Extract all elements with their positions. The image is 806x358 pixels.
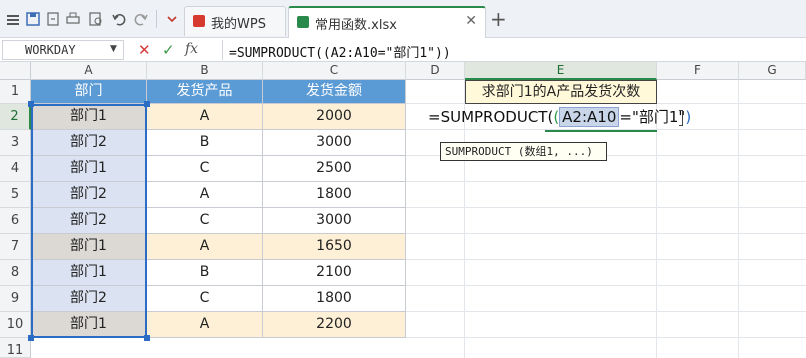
row-header-4[interactable]: 4 [0, 156, 31, 182]
table-cell-department[interactable]: 部门1 [31, 104, 147, 130]
table-cell-department[interactable]: 部门2 [31, 182, 147, 208]
redo-icon[interactable] [134, 12, 148, 26]
column-header-a[interactable]: A [31, 62, 147, 80]
table-cell-product[interactable]: A [147, 312, 263, 338]
print-preview-icon[interactable] [89, 12, 103, 26]
table-cell-product[interactable]: C [147, 286, 263, 312]
column-header-c[interactable]: C [263, 62, 406, 80]
gridline [738, 80, 739, 358]
table-cell-amount[interactable]: 3000 [263, 130, 406, 156]
table-cell-product[interactable]: C [147, 208, 263, 234]
table-cell-department[interactable]: 部门1 [31, 312, 147, 338]
tab-xlsx-file[interactable]: 常用函数.xlsx ✕ [288, 6, 486, 38]
formula-close-paren: ) [685, 108, 692, 126]
row-header-6[interactable]: 6 [0, 208, 31, 234]
save-icon[interactable] [26, 12, 40, 26]
row-header-9[interactable]: 9 [0, 286, 31, 312]
table-cell-amount[interactable]: 2500 [263, 156, 406, 182]
title-bar: 我的WPS 常用函数.xlsx ✕ + [0, 0, 806, 38]
table-cell-product[interactable]: C [147, 156, 263, 182]
table-cell-product[interactable]: A [147, 234, 263, 260]
export-icon[interactable] [46, 12, 60, 26]
table-header-product[interactable]: 发货产品 [147, 80, 263, 104]
table-cell-department[interactable]: 部门1 [31, 260, 147, 286]
xlsx-file-icon [297, 16, 309, 28]
table-cell-department[interactable]: 部门1 [31, 156, 147, 182]
table-cell-amount[interactable]: 1650 [263, 234, 406, 260]
column-header-b[interactable]: B [147, 62, 263, 80]
tab-label: 我的WPS [211, 17, 266, 32]
toolbar-divider [156, 10, 157, 28]
new-tab-button[interactable]: + [490, 9, 507, 29]
selection-handle[interactable] [144, 101, 150, 107]
table-cell-product[interactable]: B [147, 260, 263, 286]
text-cursor [679, 110, 683, 126]
row-header-11[interactable]: 11 [0, 338, 31, 358]
select-all-corner[interactable] [0, 62, 31, 80]
task-label-cell[interactable]: 求部门1的A产品发货次数 [465, 80, 657, 104]
table-cell-department[interactable]: 部门1 [31, 234, 147, 260]
table-cell-amount[interactable]: 2000 [263, 104, 406, 130]
name-box[interactable]: WORKDAY [2, 40, 124, 60]
column-header-d[interactable]: D [406, 62, 465, 80]
formula-bar: WORKDAY ▼ ✕ ✓ fx =SUMPRODUCT((A2:A10="部门… [0, 38, 806, 62]
chevron-down-icon[interactable]: ▼ [110, 44, 117, 54]
table-cell-product[interactable]: A [147, 104, 263, 130]
row-header-7[interactable]: 7 [0, 234, 31, 260]
app-menu-icon[interactable] [6, 12, 20, 26]
row-header-8[interactable]: 8 [0, 260, 31, 286]
selection-handle[interactable] [28, 101, 34, 107]
row-header-2[interactable]: 2 [0, 104, 31, 130]
confirm-button[interactable]: ✓ [162, 41, 175, 59]
row-header-1[interactable]: 1 [0, 80, 31, 104]
formula-input[interactable]: =SUMPRODUCT((A2:A10="部门1")) [222, 40, 802, 61]
customize-toolbar-icon[interactable] [165, 12, 179, 26]
selection-handle[interactable] [28, 335, 34, 341]
formula-range-reference: A2:A10 [559, 107, 620, 127]
insert-function-button[interactable]: fx [185, 41, 198, 57]
function-signature-tooltip: SUMPRODUCT (数组1, ...) [440, 142, 607, 161]
wps-icon [193, 15, 205, 27]
selection-handle[interactable] [144, 335, 150, 341]
close-icon[interactable]: ✕ [465, 13, 477, 29]
column-header-e[interactable]: E [465, 62, 657, 80]
table-header-department[interactable]: 部门 [31, 80, 147, 104]
table-cell-department[interactable]: 部门2 [31, 208, 147, 234]
table-cell-amount[interactable]: 2100 [263, 260, 406, 286]
column-header-f[interactable]: F [657, 62, 739, 80]
undo-icon[interactable] [112, 12, 126, 26]
table-header-amount[interactable]: 发货金额 [263, 80, 406, 104]
formula-criteria: ="部门1" [619, 108, 686, 126]
table-cell-amount[interactable]: 1800 [263, 286, 406, 312]
row-header-3[interactable]: 3 [0, 130, 31, 156]
formula-prefix: =SUMPRODUCT( [428, 108, 554, 126]
active-cell-indicator [545, 130, 657, 132]
table-cell-product[interactable]: B [147, 130, 263, 156]
table-cell-department[interactable]: 部门2 [31, 286, 147, 312]
table-cell-amount[interactable]: 2200 [263, 312, 406, 338]
cell-formula-editor[interactable]: =SUMPRODUCT((A2:A10 ="部门1") [428, 104, 691, 130]
row-header-10[interactable]: 10 [0, 312, 31, 338]
tab-my-wps[interactable]: 我的WPS [184, 6, 286, 36]
table-cell-department[interactable]: 部门2 [31, 130, 147, 156]
table-cell-amount[interactable]: 3000 [263, 208, 406, 234]
column-header-g[interactable]: G [739, 62, 806, 80]
table-cell-product[interactable]: A [147, 182, 263, 208]
tab-label: 常用函数.xlsx [315, 18, 397, 33]
table-cell-amount[interactable]: 1800 [263, 182, 406, 208]
cancel-button[interactable]: ✕ [138, 41, 151, 59]
row-header-5[interactable]: 5 [0, 182, 31, 208]
print-icon[interactable] [66, 12, 80, 26]
